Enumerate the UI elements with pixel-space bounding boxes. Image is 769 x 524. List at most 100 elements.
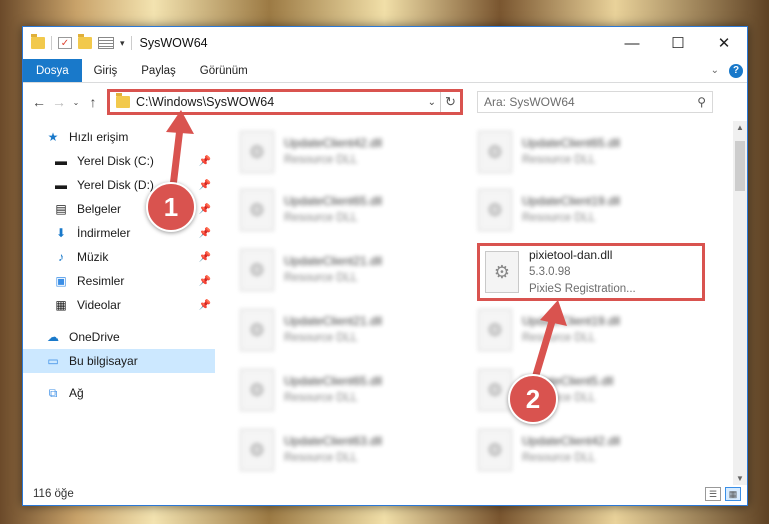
tab-file[interactable]: Dosya	[23, 59, 82, 82]
tab-share[interactable]: Paylaş	[129, 59, 188, 82]
file-item[interactable]: ⚙ UpdateClient65.dll Resource DLL	[235, 183, 460, 237]
file-item[interactable]: ⚙ UpdateClient65.dll Resource DLL	[235, 363, 460, 417]
file-item[interactable]: ⚙ UpdateClient5.dll Resource DLL	[473, 363, 698, 417]
file-name: UpdateClient63.dll	[284, 434, 383, 448]
sidebar-item-disk-c[interactable]: ▬ Yerel Disk (C:) 📌	[23, 149, 215, 173]
folder-icon	[116, 93, 130, 108]
drive-icon: ▬	[55, 154, 67, 168]
window-title: SysWOW64	[139, 36, 208, 50]
file-type: PixieS Registration...	[529, 282, 636, 295]
pin-icon[interactable]: 📌	[199, 180, 211, 191]
vertical-scrollbar[interactable]: ▲ ▼	[733, 121, 747, 485]
dll-file-icon: ⚙	[478, 309, 512, 351]
pin-icon[interactable]: 📌	[199, 204, 211, 215]
sidebar-item-music[interactable]: ♪ Müzik 📌	[23, 245, 215, 269]
file-type: Resource DLL	[522, 212, 596, 224]
search-input[interactable]: Ara: SysWOW64 ⚲	[477, 91, 713, 113]
properties-check-icon[interactable]: ✓	[58, 37, 72, 49]
search-icon[interactable]: ⚲	[697, 95, 706, 109]
file-explorer-window: ✓ ▾ SysWOW64 — ☐ ✕ Dosya Giriş Paylaş Gö…	[22, 26, 748, 506]
refresh-button[interactable]: ↻	[440, 92, 460, 112]
step-badge-2: 2	[508, 374, 558, 424]
dll-file-icon: ⚙	[485, 251, 519, 293]
step-badge-1: 1	[146, 182, 196, 232]
file-name: UpdateClient65.dll	[284, 194, 383, 208]
sidebar-item-this-pc[interactable]: ▭ Bu bilgisayar	[23, 349, 215, 373]
pin-icon[interactable]: 📌	[199, 252, 211, 263]
file-name: UpdateClient65.dll	[522, 136, 621, 150]
forward-button[interactable]: →	[49, 94, 69, 110]
file-item[interactable]: ⚙ UpdateClient42.dll Resource DLL	[235, 125, 460, 179]
scroll-up-icon[interactable]: ▲	[733, 123, 747, 132]
file-item[interactable]: ⚙ UpdateClient65.dll Resource DLL	[473, 125, 698, 179]
file-type: Resource DLL	[284, 332, 358, 344]
file-item-pixietool-dan[interactable]: ⚙ pixietool-dan.dll 5.3.0.98 PixieS Regist…	[477, 243, 705, 301]
file-item[interactable]: ⚙ UpdateClient21.dll Resource DLL	[235, 303, 460, 357]
toolbar-divider	[51, 36, 52, 50]
new-folder-icon[interactable]	[78, 34, 92, 49]
search-placeholder: Ara: SysWOW64	[484, 95, 575, 109]
file-item[interactable]: ⚙ UpdateClient19.dll Resource DLL	[473, 183, 698, 237]
ribbon-tabs: Dosya Giriş Paylaş Görünüm ⌄ ?	[23, 59, 747, 83]
details-view-icon[interactable]: ☰	[705, 487, 721, 501]
sidebar-item-videos[interactable]: ▦ Videolar 📌	[23, 293, 215, 317]
chevron-down-icon[interactable]: ▾	[120, 38, 125, 49]
file-version: 5.3.0.98	[529, 265, 571, 278]
expand-ribbon-chevron-icon[interactable]: ⌄	[711, 65, 719, 76]
pin-icon[interactable]: 📌	[199, 276, 211, 287]
view-properties-icon[interactable]	[98, 37, 114, 49]
drive-icon: ▬	[55, 178, 67, 192]
documents-icon: ▤	[55, 202, 67, 216]
file-name: UpdateClient19.dll	[522, 314, 621, 328]
sidebar-item-onedrive[interactable]: ☁ OneDrive	[23, 325, 215, 349]
sidebar-item-label: Hızlı erişim	[69, 130, 129, 144]
address-bar[interactable]: C:\Windows\SysWOW64 ⌄ ↻	[107, 89, 463, 115]
sidebar-item-label: OneDrive	[69, 330, 120, 344]
pin-icon[interactable]: 📌	[199, 156, 211, 167]
help-icon[interactable]: ?	[729, 63, 743, 78]
folder-icon[interactable]	[31, 34, 45, 49]
sidebar-item-quick-access[interactable]: ★ Hızlı erişim	[23, 125, 215, 149]
dll-file-icon: ⚙	[240, 429, 274, 471]
file-name: UpdateClient42.dll	[284, 136, 383, 150]
file-list: ⚙ UpdateClient42.dll Resource DLL ⚙ Updat…	[215, 121, 733, 485]
recent-locations-button[interactable]: ⌄	[69, 98, 83, 107]
file-type: Resource DLL	[284, 452, 358, 464]
file-item[interactable]: ⚙ UpdateClient63.dll Resource DLL	[235, 423, 460, 477]
tiles-view-icon[interactable]: ▦	[725, 487, 741, 501]
back-button[interactable]: ←	[29, 94, 49, 110]
sidebar-item-pictures[interactable]: ▣ Resimler 📌	[23, 269, 215, 293]
tab-home[interactable]: Giriş	[82, 59, 130, 82]
scrollbar-thumb[interactable]	[735, 141, 745, 191]
sidebar-item-label: Ağ	[69, 386, 84, 400]
status-bar: 116 öğe ☰ ▦	[23, 483, 747, 505]
file-item[interactable]: ⚙ UpdateClient21.dll Resource DLL	[235, 243, 460, 297]
file-item[interactable]: ⚙ UpdateClient42.dll Resource DLL	[473, 423, 698, 477]
downloads-icon: ⬇	[55, 226, 67, 240]
maximize-button[interactable]: ☐	[655, 27, 701, 59]
file-item[interactable]: ⚙ UpdateClient19.dll Resource DLL	[473, 303, 698, 357]
pictures-icon: ▣	[55, 274, 67, 288]
address-dropdown-button[interactable]: ⌄	[428, 97, 436, 108]
dll-file-icon: ⚙	[240, 189, 274, 231]
address-path[interactable]: C:\Windows\SysWOW64	[136, 95, 428, 109]
up-button[interactable]: ↑	[83, 94, 103, 110]
computer-icon: ▭	[47, 354, 59, 368]
tab-view[interactable]: Görünüm	[188, 59, 260, 82]
file-name: UpdateClient19.dll	[522, 194, 621, 208]
sidebar-item-network[interactable]: ⧉ Ağ	[23, 381, 215, 405]
file-type: Resource DLL	[522, 154, 596, 166]
pin-icon[interactable]: 📌	[199, 228, 211, 239]
cloud-icon: ☁	[47, 330, 59, 344]
file-name: UpdateClient21.dll	[284, 254, 383, 268]
sidebar-item-label: Yerel Disk (D:)	[77, 178, 154, 192]
pin-icon[interactable]: 📌	[199, 300, 211, 311]
scroll-down-icon[interactable]: ▼	[733, 474, 747, 483]
file-type: Resource DLL	[522, 452, 596, 464]
close-button[interactable]: ✕	[701, 27, 747, 59]
sidebar-item-label: İndirmeler	[77, 226, 131, 240]
minimize-button[interactable]: —	[609, 27, 655, 59]
toolbar-divider	[130, 36, 132, 50]
dll-file-icon: ⚙	[240, 249, 274, 291]
file-type: Resource DLL	[284, 272, 358, 284]
